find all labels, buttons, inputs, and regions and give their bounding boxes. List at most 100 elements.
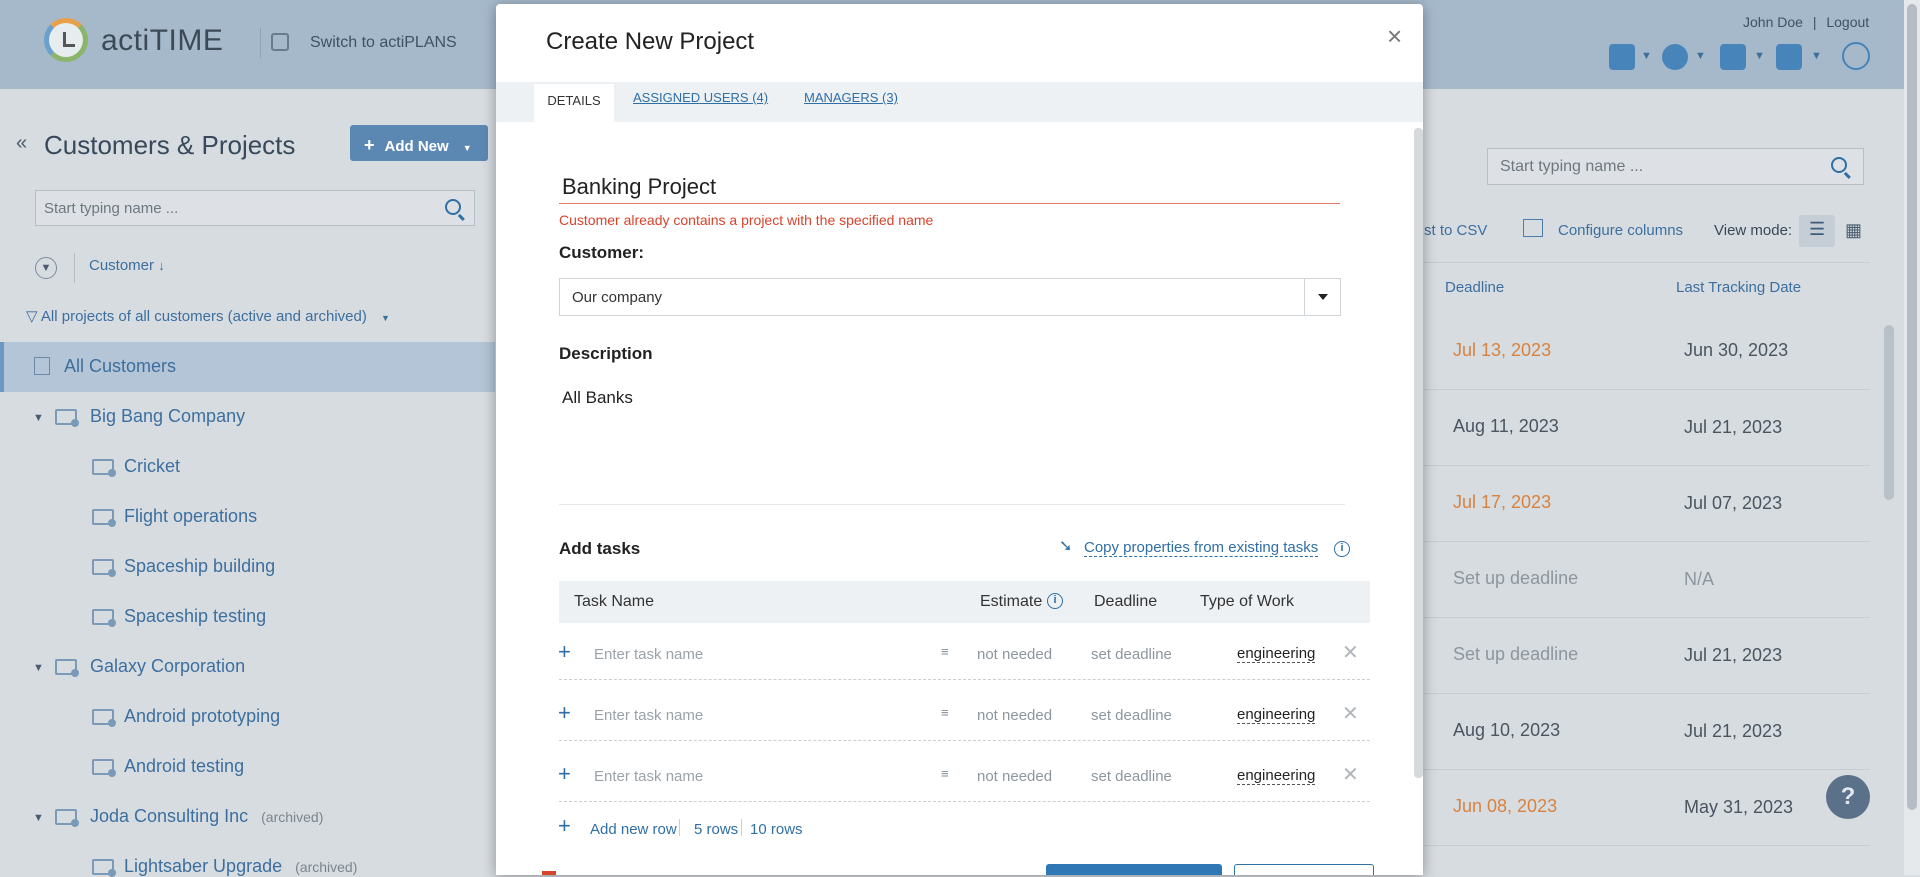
switch-to-actiplans-link[interactable]: Switch to actiPLANS (310, 34, 457, 52)
tab-details[interactable]: DETAILS (534, 84, 614, 122)
info-icon[interactable]: i (1047, 593, 1063, 609)
cancel-button[interactable] (1234, 864, 1374, 875)
add-new-button[interactable]: + Add New ▼ (350, 125, 488, 161)
estimate-field[interactable]: not needed (977, 768, 1052, 785)
customer-search-input[interactable]: Start typing name ... (35, 190, 475, 226)
task-name-input[interactable]: Enter task name (594, 707, 703, 724)
add-subtask-icon[interactable]: + (558, 700, 571, 726)
help-icon[interactable] (1776, 44, 1802, 70)
remove-row-icon[interactable]: ✕ (1342, 640, 1359, 665)
customer-folder-icon (55, 409, 79, 427)
actitime-logo-icon[interactable] (44, 18, 88, 62)
chevron-down-icon[interactable]: ▼ (1641, 50, 1652, 62)
set-deadline-link[interactable]: set deadline (1091, 646, 1172, 663)
task-description-icon[interactable]: ≡ (941, 705, 949, 720)
add-subtask-icon[interactable]: + (558, 761, 571, 787)
help-button[interactable]: ? (1826, 775, 1870, 819)
last-tracking-column-header[interactable]: Last Tracking Date (1676, 279, 1801, 296)
customer-item[interactable]: Joda Consulting Inc (archived) (90, 806, 323, 827)
project-name-input[interactable]: Banking Project (562, 174, 716, 200)
search-icon[interactable] (445, 199, 461, 215)
add-new-row-link[interactable]: Add new row (590, 821, 677, 838)
project-item[interactable]: Spaceship testing (124, 606, 266, 627)
remove-row-icon[interactable]: ✕ (1342, 701, 1359, 726)
description-textarea[interactable]: All Banks (562, 388, 633, 408)
customer-item[interactable]: Big Bang Company (90, 406, 245, 427)
set-deadline-link[interactable]: Set up deadline (1453, 568, 1578, 589)
configure-columns-link[interactable]: Configure columns (1558, 222, 1683, 239)
task-name-input[interactable]: Enter task name (594, 768, 703, 785)
type-of-work-select[interactable]: engineering (1237, 706, 1316, 724)
lightbulb-icon[interactable] (1842, 42, 1870, 70)
expand-caret-icon[interactable]: ▼ (33, 412, 44, 424)
copy-arrow-icon[interactable]: ➘ (1059, 536, 1072, 556)
copy-properties-link[interactable]: Copy properties from existing tasks (1084, 539, 1319, 557)
add-ten-rows-link[interactable]: 10 rows (750, 821, 803, 838)
last-tracking-cell: Jul 21, 2023 (1684, 721, 1783, 741)
chevron-down-icon[interactable]: ▼ (1811, 50, 1822, 62)
project-item[interactable]: Lightsaber Upgrade (archived) (124, 856, 357, 877)
deadline-column-header[interactable]: Deadline (1445, 279, 1504, 296)
customer-item[interactable]: Galaxy Corporation (90, 656, 245, 677)
tab-assigned-users[interactable]: ASSIGNED USERS (4) (633, 90, 768, 105)
type-of-work-select[interactable]: engineering (1237, 645, 1316, 663)
tab-managers[interactable]: MANAGERS (3) (804, 90, 898, 105)
search-icon[interactable] (1831, 157, 1847, 173)
user-name[interactable]: John Doe (1743, 14, 1803, 30)
task-description-icon[interactable]: ≡ (941, 766, 949, 781)
project-item[interactable]: Flight operations (124, 506, 257, 527)
estimate-field[interactable]: not needed (977, 707, 1052, 724)
deadline-cell[interactable]: Jul 13, 2023 (1453, 340, 1551, 361)
type-of-work-select[interactable]: engineering (1237, 767, 1316, 785)
project-item[interactable]: Spaceship building (124, 556, 275, 577)
warning-checkbox[interactable] (542, 871, 556, 875)
puzzle-icon[interactable] (1720, 44, 1746, 70)
chevron-down-icon[interactable] (1304, 279, 1340, 315)
estimate-field[interactable]: not needed (977, 646, 1052, 663)
create-project-button[interactable] (1046, 864, 1222, 875)
project-folder-icon (92, 509, 116, 527)
actiplans-icon[interactable] (271, 33, 289, 51)
task-description-icon[interactable]: ≡ (941, 644, 949, 659)
add-subtask-icon[interactable]: + (558, 639, 571, 665)
deadline-cell[interactable]: Jul 17, 2023 (1453, 492, 1551, 513)
set-deadline-link[interactable]: set deadline (1091, 768, 1172, 785)
deadline-cell[interactable]: Aug 10, 2023 (1453, 720, 1560, 741)
table-scrollbar[interactable] (1884, 325, 1894, 500)
info-icon[interactable]: i (1334, 541, 1350, 557)
project-item[interactable]: Android prototyping (124, 706, 280, 727)
customer-select[interactable]: Our company (559, 278, 1341, 316)
task-name-input[interactable]: Enter task name (594, 646, 703, 663)
set-deadline-link[interactable]: set deadline (1091, 707, 1172, 724)
add-five-rows-link[interactable]: 5 rows (694, 821, 738, 838)
chevron-down-icon[interactable]: ▼ (1695, 50, 1706, 62)
set-deadline-link[interactable]: Set up deadline (1453, 644, 1578, 665)
page-scrollbar-thumb[interactable] (1907, 4, 1917, 810)
add-row-icon[interactable]: + (558, 813, 571, 839)
export-csv-link[interactable]: st to CSV (1424, 222, 1487, 239)
calendar-icon[interactable] (1609, 44, 1635, 70)
list-view-button[interactable]: ☰ (1799, 215, 1835, 247)
grid-view-icon[interactable]: ▦ (1845, 220, 1862, 241)
project-filter-dropdown[interactable]: ▽ All projects of all customers (active … (26, 307, 390, 325)
deadline-cell[interactable]: Aug 11, 2023 (1453, 416, 1559, 437)
project-folder-icon (92, 709, 116, 727)
remove-row-icon[interactable]: ✕ (1342, 762, 1359, 787)
close-icon[interactable]: × (1387, 21, 1402, 52)
gear-icon[interactable] (1662, 44, 1688, 70)
chevron-down-icon[interactable]: ▼ (1754, 50, 1765, 62)
customer-sort-button[interactable]: Customer ↓ (89, 257, 165, 274)
configure-columns-icon[interactable] (1523, 219, 1543, 237)
expand-caret-icon[interactable]: ▼ (33, 812, 44, 824)
deadline-cell[interactable]: Jun 08, 2023 (1453, 796, 1557, 817)
modal-scrollbar[interactable] (1414, 128, 1423, 778)
project-item[interactable]: Cricket (124, 456, 180, 477)
project-search-input[interactable]: Start typing name ... (1487, 148, 1864, 185)
logout-link[interactable]: Logout (1826, 14, 1869, 30)
app-logo-text[interactable]: actiTIME (101, 24, 223, 58)
project-item[interactable]: Android testing (124, 756, 244, 777)
customer-name: Joda Consulting Inc (90, 806, 249, 826)
expand-caret-icon[interactable]: ▼ (33, 662, 44, 674)
collapse-sidebar-icon[interactable]: « (16, 132, 27, 155)
expand-all-icon[interactable]: ▼ (35, 257, 57, 279)
